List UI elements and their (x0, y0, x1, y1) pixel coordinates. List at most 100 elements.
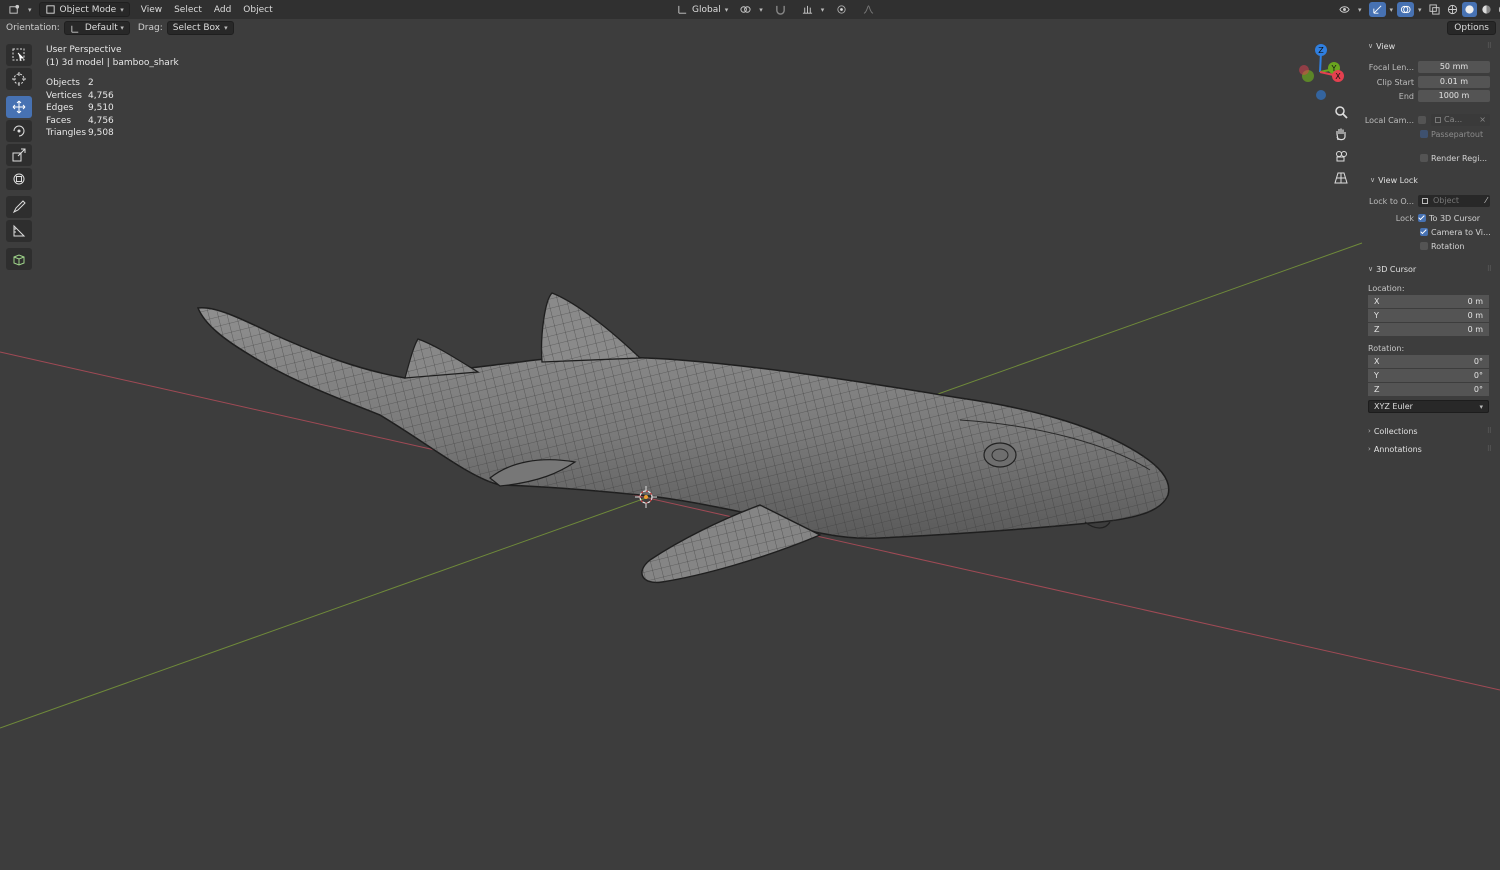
cursor-location-y[interactable]: Y0 m (1368, 309, 1489, 322)
shading-wireframe[interactable] (1445, 2, 1460, 17)
perspective-toggle-button[interactable] (1331, 168, 1351, 188)
drag-value: Select Box (172, 23, 221, 33)
options-button[interactable]: Options (1447, 21, 1496, 35)
shark-mesh[interactable] (196, 292, 1170, 584)
lock-rotation-row: Rotation (1362, 239, 1495, 253)
menu-select[interactable]: Select (169, 2, 207, 17)
stat-row: Triangles 9,508 (46, 128, 114, 138)
eyedropper-icon[interactable]: ⁄ (1486, 195, 1487, 207)
drag-label: Drag: (137, 23, 163, 33)
camera-to-view-checkbox[interactable] (1420, 228, 1428, 236)
menu-object[interactable]: Object (238, 2, 277, 17)
menu-view[interactable]: View (136, 2, 167, 17)
gizmo-toggle[interactable] (1368, 2, 1386, 17)
render-region-row: Render Regi... (1362, 151, 1495, 165)
passepartout-checkbox[interactable] (1420, 130, 1428, 138)
falloff-curve-icon (864, 5, 874, 14)
local-camera-row: Local Cam... Ca... × (1362, 113, 1495, 127)
drag-grip-icon[interactable]: ⠿ (1487, 265, 1492, 273)
visibility-dropdown[interactable]: ▾ (1334, 2, 1367, 17)
chevron-right-icon: › (1368, 445, 1371, 453)
chevron-down-icon: ∨ (1368, 265, 1374, 273)
add-cube-tool[interactable] (6, 248, 32, 270)
scale-tool[interactable] (6, 144, 32, 166)
local-camera-field[interactable]: Ca... × (1431, 114, 1490, 126)
shading-rendered[interactable] (1496, 2, 1500, 17)
chevron-down-icon: ▾ (1479, 402, 1483, 411)
scene-statistics: Objects 2 Vertices 4,756 Edges 9,510 Faces 4… (46, 77, 179, 140)
cursor-rotation-z[interactable]: Z 0° (1368, 383, 1489, 396)
clip-start-field[interactable]: 0.01 m (1418, 76, 1490, 88)
camera-to-view-row: Camera to Vi... (1362, 225, 1495, 239)
transform-orientation-dropdown[interactable]: Global ▾ (672, 2, 733, 17)
overlays-dropdown[interactable]: ▾ (1416, 2, 1424, 17)
orientation-axes-icon (71, 25, 79, 33)
camera-view-button[interactable] (1331, 146, 1351, 166)
falloff-dropdown[interactable] (858, 2, 883, 17)
cursor-location-x[interactable]: X0 m (1368, 295, 1489, 308)
view-lock-panel-header[interactable]: ∨ View Lock (1362, 172, 1495, 188)
drag-dropdown[interactable]: Select Box ▾ (166, 21, 234, 35)
snap-target-dropdown[interactable]: ▾ (797, 2, 830, 17)
select-box-tool[interactable] (6, 44, 32, 66)
stat-row: Edges 9,510 (46, 103, 114, 113)
orientation-value: Default (84, 23, 118, 33)
cursor-rotation-x[interactable]: X 0° (1368, 355, 1489, 368)
scale-icon (12, 148, 26, 162)
measure-tool[interactable] (6, 220, 32, 242)
drag-grip-icon[interactable]: ⠿ (1487, 445, 1492, 453)
overlays-toggle[interactable] (1397, 2, 1415, 17)
solid-shading-icon (1464, 5, 1474, 14)
proportional-edit-toggle[interactable] (831, 2, 856, 17)
add-cube-icon (13, 254, 25, 266)
snap-toggle[interactable] (770, 2, 795, 17)
collections-panel-header[interactable]: › Collections ⠿ (1362, 423, 1495, 439)
material-shading-icon (1481, 5, 1491, 14)
annotations-panel-header[interactable]: › Annotations ⠿ (1362, 441, 1495, 457)
xray-toggle[interactable] (1426, 2, 1443, 17)
drag-grip-icon[interactable]: ⠿ (1487, 42, 1492, 50)
lock-rotation-checkbox[interactable] (1420, 242, 1428, 250)
drag-grip-icon[interactable]: ⠿ (1487, 427, 1492, 435)
rotate-tool[interactable] (6, 120, 32, 142)
clip-start-row: Clip Start 0.01 m (1362, 75, 1495, 89)
render-region-checkbox[interactable] (1420, 154, 1428, 162)
rotation-mode-dropdown[interactable]: XYZ Euler ▾ (1368, 400, 1489, 413)
shading-solid[interactable] (1461, 2, 1477, 17)
transform-tool[interactable] (6, 168, 32, 190)
focal-length-field[interactable]: 50 mm (1418, 61, 1490, 73)
cursor-tool[interactable] (6, 68, 32, 90)
view-panel-header[interactable]: ∨ View ⠿ (1362, 38, 1495, 54)
cursor-rotation-y[interactable]: Y 0° (1368, 369, 1489, 382)
close-icon[interactable]: × (1479, 114, 1486, 126)
xray-icon (1429, 4, 1440, 15)
menu-add[interactable]: Add (209, 2, 236, 17)
annotate-tool[interactable] (6, 196, 32, 218)
pivot-point-dropdown[interactable]: ▾ (735, 2, 768, 17)
editor-type-button[interactable]: ▾ (4, 2, 37, 17)
move-tool[interactable] (6, 96, 32, 118)
mode-dropdown[interactable]: Object Mode ▾ (38, 2, 130, 17)
gizmo-z-label: Z (1318, 46, 1324, 55)
lock-to-object-field[interactable]: Object ⁄ (1418, 195, 1490, 207)
orientation-dropdown[interactable]: Default ▾ (63, 21, 130, 35)
chevron-down-icon: ∨ (1368, 42, 1374, 50)
gizmo-dropdown[interactable]: ▾ (1388, 2, 1396, 17)
viewport-3d[interactable]: Z Y X (0, 0, 1500, 870)
location-label: Location: (1368, 284, 1405, 293)
cursor-location-z[interactable]: Z0 m (1368, 323, 1489, 336)
gizmo-x-label: X (1335, 72, 1341, 81)
shading-material[interactable] (1479, 2, 1494, 17)
navigation-gizmo[interactable]: Z Y X (1299, 44, 1344, 100)
3d-cursor-panel-header[interactable]: ∨ 3D Cursor ⠿ (1362, 261, 1495, 277)
transform-icon (13, 173, 25, 185)
hand-icon (1336, 128, 1346, 141)
clip-end-field[interactable]: 1000 m (1418, 90, 1490, 102)
magnet-icon (775, 5, 785, 15)
zoom-button[interactable] (1331, 102, 1351, 122)
pan-button[interactable] (1331, 124, 1351, 144)
to-3d-cursor-checkbox[interactable] (1418, 214, 1426, 222)
cursor-icon (12, 72, 26, 86)
local-camera-checkbox[interactable] (1418, 116, 1426, 124)
perspective-label: User Perspective (46, 45, 122, 55)
